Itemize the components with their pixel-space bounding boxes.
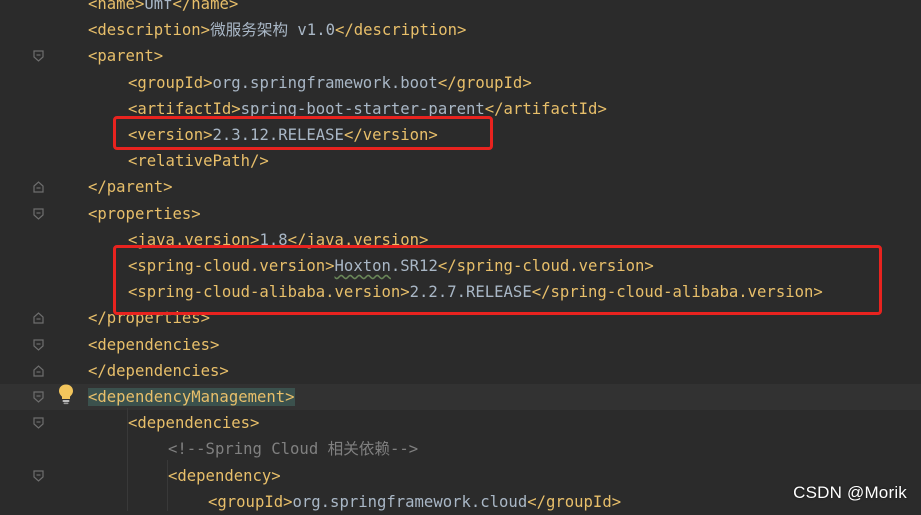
code-line[interactable]: <dependencies>: [0, 410, 921, 436]
lightbulb-icon[interactable]: [57, 383, 75, 405]
indent-guide: [167, 460, 168, 511]
code-text: 微服务架构 v1.0: [210, 21, 335, 39]
code-tag: <dependencies>: [128, 414, 260, 432]
code-content: <dependency>: [168, 463, 281, 489]
code-content: <dependencyManagement>: [88, 384, 295, 410]
code-line[interactable]: <!--Spring Cloud 相关依赖-->: [0, 436, 921, 462]
fold-close-icon[interactable]: [33, 365, 44, 377]
fold-open-icon[interactable]: [33, 417, 44, 429]
code-tag: </groupId>: [437, 74, 532, 92]
code-content: <properties>: [88, 201, 201, 227]
fold-close-icon[interactable]: [33, 312, 44, 324]
code-line[interactable]: <properties>: [0, 201, 921, 227]
code-line[interactable]: <dependencies>: [0, 332, 921, 358]
code-tag: <groupId>: [128, 74, 213, 92]
code-tag: </artifactId>: [484, 100, 607, 118]
code-tag: </name>: [172, 0, 239, 13]
code-line[interactable]: </dependencies>: [0, 358, 921, 384]
fold-open-icon[interactable]: [33, 339, 44, 351]
code-tag: <groupId>: [208, 493, 293, 511]
code-line[interactable]: <dependencyManagement>: [0, 384, 921, 410]
code-content: </dependencies>: [88, 358, 229, 384]
code-tag: <relativePath/>: [128, 152, 269, 170]
code-tag: </groupId>: [527, 493, 622, 511]
code-tag: </dependencies>: [88, 362, 229, 380]
code-tag: <properties>: [88, 205, 201, 223]
code-content: <dependencies>: [88, 332, 219, 358]
code-content: <!--Spring Cloud 相关依赖-->: [168, 436, 418, 462]
code-line[interactable]: <groupId>org.springframework.boot</group…: [0, 70, 921, 96]
code-line[interactable]: <dependency>: [0, 463, 921, 489]
code-tag: </description>: [334, 21, 467, 39]
code-tag: <dependency>: [168, 467, 281, 485]
code-line[interactable]: <parent>: [0, 43, 921, 69]
highlight-box-cloud-versions: [113, 245, 882, 315]
code-content: <name>Umf</name>: [88, 0, 238, 17]
code-tag: <dependencies>: [88, 336, 220, 354]
code-line[interactable]: <description>微服务架构 v1.0</description>: [0, 17, 921, 43]
code-content: <groupId>org.springframework.boot</group…: [128, 70, 532, 96]
code-content: <parent>: [88, 43, 163, 69]
code-tag: <name>: [88, 0, 145, 13]
code-comment: <!--Spring Cloud 相关依赖-->: [168, 440, 419, 458]
code-content: <dependencies>: [128, 410, 259, 436]
code-text: org.springframework.boot: [212, 74, 438, 92]
fold-close-icon[interactable]: [33, 181, 44, 193]
code-tag: </parent>: [88, 178, 173, 196]
code-line[interactable]: </parent>: [0, 174, 921, 200]
fold-open-icon[interactable]: [33, 470, 44, 482]
code-tag: <description>: [88, 21, 211, 39]
indent-guide: [127, 408, 128, 511]
code-tag: <parent>: [88, 47, 164, 65]
code-content: <groupId>org.springframework.cloud</grou…: [208, 489, 621, 515]
code-tag: <dependencyManagement>: [88, 388, 295, 406]
fold-open-icon[interactable]: [33, 50, 44, 62]
fold-open-icon[interactable]: [33, 208, 44, 220]
code-text: org.springframework.cloud: [292, 493, 528, 511]
code-line[interactable]: <relativePath/>: [0, 148, 921, 174]
code-text: Umf: [144, 0, 173, 13]
code-content: <relativePath/>: [128, 148, 269, 174]
watermark: CSDN @Morik: [793, 483, 907, 502]
highlight-box-version: [113, 116, 493, 150]
fold-open-icon[interactable]: [33, 391, 44, 403]
code-line[interactable]: <groupId>org.springframework.cloud</grou…: [0, 489, 921, 515]
code-line[interactable]: <name>Umf</name>: [0, 0, 921, 17]
code-content: <description>微服务架构 v1.0</description>: [88, 17, 466, 43]
code-content: </parent>: [88, 174, 173, 200]
